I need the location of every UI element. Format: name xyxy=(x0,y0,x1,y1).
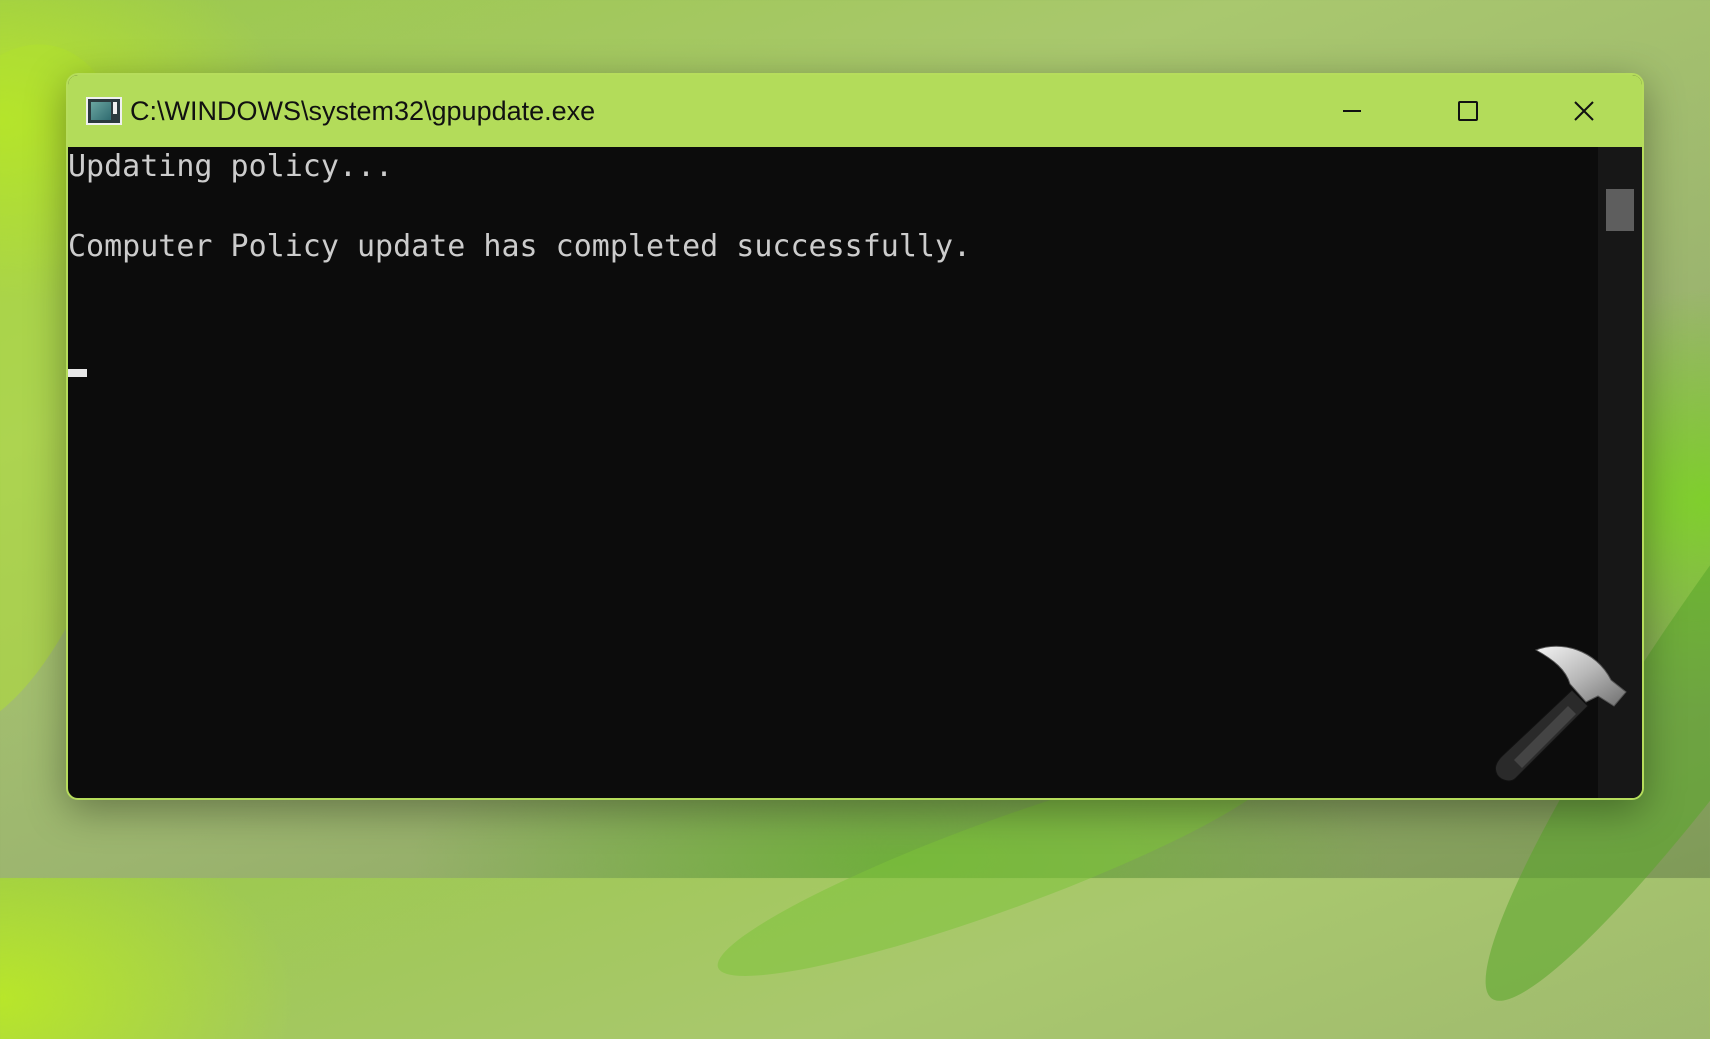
console-line: Computer Policy update has completed suc… xyxy=(68,229,972,264)
hammer-icon xyxy=(1495,645,1627,782)
minimize-button[interactable] xyxy=(1294,75,1410,147)
console-app-icon[interactable] xyxy=(86,97,122,125)
console-window: C:\WINDOWS\system32\gpupdate.exe Updatin… xyxy=(66,73,1644,800)
window-title: C:\WINDOWS\system32\gpupdate.exe xyxy=(130,95,596,126)
minimize-icon xyxy=(1343,110,1361,112)
scrollbar-thumb[interactable] xyxy=(1606,189,1634,231)
console-line: Updating policy... xyxy=(68,149,394,184)
maximize-icon xyxy=(1458,101,1478,121)
title-bar[interactable]: C:\WINDOWS\system32\gpupdate.exe xyxy=(68,75,1642,147)
close-icon xyxy=(1574,101,1594,121)
maximize-button[interactable] xyxy=(1410,75,1526,147)
window-controls xyxy=(1294,75,1642,147)
text-cursor xyxy=(68,369,87,377)
console-output[interactable]: Updating policy... Computer Policy updat… xyxy=(68,147,1598,798)
close-button[interactable] xyxy=(1526,75,1642,147)
